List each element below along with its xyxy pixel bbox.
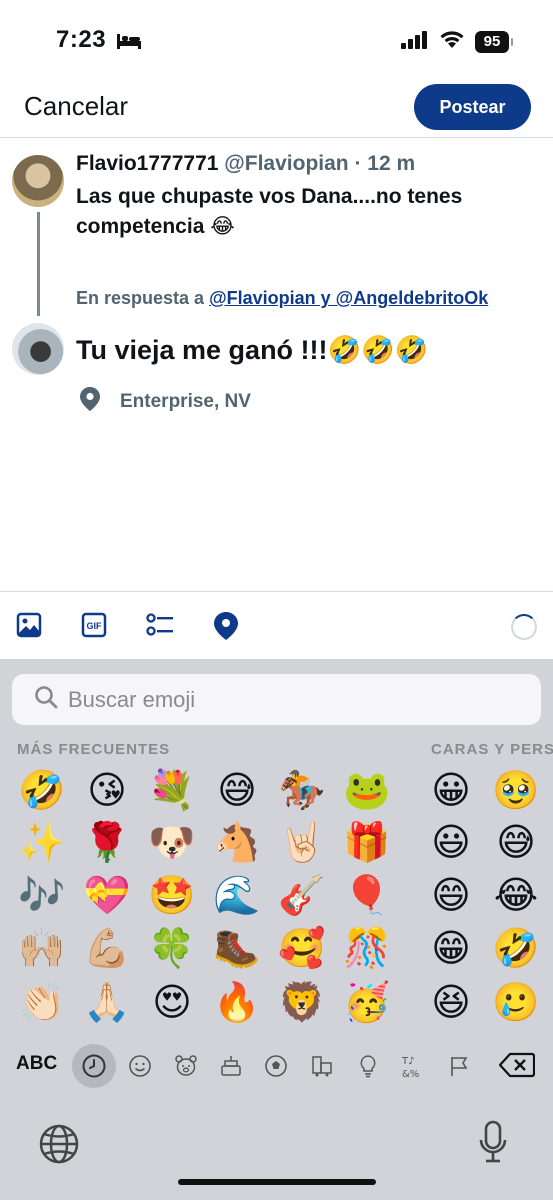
animals-category-icon[interactable] — [172, 1052, 200, 1080]
gif-icon[interactable]: GIF — [81, 612, 107, 643]
reply-tweet-text: Las que chupaste vos Dana....no tenes co… — [76, 185, 463, 238]
globe-icon[interactable] — [38, 1123, 80, 1170]
signal-icon — [401, 30, 429, 54]
emoji-key-frequent[interactable]: 👏🏻 — [18, 979, 66, 1027]
emoji-key-frequent[interactable]: 🦁 — [278, 979, 326, 1027]
reply-author-name[interactable]: Flavio1777771 — [76, 152, 218, 175]
image-icon[interactable] — [16, 612, 42, 643]
emoji-key-faces[interactable]: 😂 — [492, 872, 540, 920]
emoji-key-faces[interactable]: 😅 — [492, 819, 540, 867]
home-indicator — [178, 1179, 376, 1185]
replying-to-prefix: En respuesta a — [76, 288, 210, 308]
emoji-key-frequent[interactable]: 🥳 — [343, 979, 391, 1027]
emoji-key-frequent[interactable]: 🐴 — [213, 819, 261, 867]
location-label: Enterprise, NV — [120, 391, 251, 412]
emoji-key-frequent[interactable]: 🎶 — [18, 872, 66, 920]
emoji-keyboard: Buscar emoji MÁS FRECUENTES CARAS Y PERS… — [0, 659, 553, 1200]
separator-dot: · — [348, 152, 368, 175]
emoji-key-faces[interactable]: 😁 — [427, 925, 475, 973]
symbols-category-icon[interactable]: T♪ &% — [399, 1052, 427, 1080]
emoji-key-frequent[interactable]: 🥰 — [278, 925, 326, 973]
thread-connector-line — [37, 212, 40, 316]
objects-category-icon[interactable] — [354, 1052, 382, 1080]
emoji-key-frequent[interactable]: 🏇 — [278, 767, 326, 815]
emoji-key-frequent[interactable]: 🍀 — [148, 925, 196, 973]
svg-text:&%: &% — [402, 1069, 419, 1079]
emoji-key-faces[interactable]: 🤣 — [492, 925, 540, 973]
emoji-key-frequent[interactable]: 🎁 — [343, 819, 391, 867]
wifi-icon — [439, 30, 465, 54]
location-icon[interactable] — [214, 612, 238, 645]
emoji-key-frequent[interactable]: ✨ — [18, 819, 66, 867]
emoji-key-frequent[interactable]: 🎊 — [343, 925, 391, 973]
section-frequent-label: MÁS FRECUENTES — [17, 741, 171, 758]
location-pin-icon — [80, 387, 100, 417]
emoji-key-frequent[interactable]: 💪🏼 — [83, 925, 131, 973]
emoji-key-faces[interactable]: 😄 — [427, 872, 475, 920]
emoji-key-faces[interactable]: 🥲 — [492, 979, 540, 1027]
food-category-icon[interactable] — [217, 1052, 245, 1080]
status-time: 7:23 — [56, 26, 107, 53]
emoji-key-faces[interactable]: 🥹 — [492, 767, 540, 815]
emoji-key-frequent[interactable]: 🔥 — [213, 979, 261, 1027]
emoji-key-frequent[interactable]: 😘 — [83, 767, 131, 815]
emoji-key-faces[interactable]: 😃 — [427, 819, 475, 867]
emoji-key-faces[interactable]: 😆 — [427, 979, 475, 1027]
emoji-key-frequent[interactable]: 🌊 — [213, 872, 261, 920]
battery-indicator: 95 — [475, 31, 513, 53]
status-bar: 7:23 95 — [0, 0, 553, 80]
replying-to-mentions[interactable]: @Flaviopian y @AngeldebritoOk — [209, 288, 488, 308]
travel-category-icon[interactable] — [308, 1052, 336, 1080]
emoji-key-frequent[interactable]: 💝 — [83, 872, 131, 920]
emoji-key-frequent[interactable]: 🎈 — [343, 872, 391, 920]
reply-tweet-header: Flavio1777771 @Flaviopian · 12 m — [76, 152, 415, 176]
sleep-focus-icon — [116, 32, 142, 55]
emoji-key-frequent[interactable]: 🌹 — [83, 819, 131, 867]
emoji-key-frequent[interactable]: 🤘🏻 — [278, 819, 326, 867]
flags-category-icon[interactable] — [445, 1052, 473, 1080]
search-icon — [34, 685, 58, 715]
cancel-button[interactable]: Cancelar — [24, 91, 128, 122]
emoji-key-frequent[interactable]: 🐸 — [343, 767, 391, 815]
poll-icon[interactable] — [146, 612, 174, 643]
compose-toolbar: GIF — [0, 591, 553, 659]
emoji-key-frequent[interactable]: 💐 — [148, 767, 196, 815]
emoji-key-frequent[interactable]: 🙏🏻 — [83, 979, 131, 1027]
emoji-key-faces[interactable]: 😀 — [427, 767, 475, 815]
emoji-key-frequent[interactable]: 🙌🏼 — [18, 925, 66, 973]
activity-category-icon[interactable] — [262, 1052, 290, 1080]
reply-author-avatar[interactable] — [12, 155, 64, 207]
emoji-key-frequent[interactable]: 🥾 — [213, 925, 261, 973]
emoji-key-frequent[interactable]: 🤣 — [18, 767, 66, 815]
emoji-key-frequent[interactable]: 🐶 — [148, 819, 196, 867]
character-count-ring — [511, 614, 537, 640]
emoji-key-frequent[interactable]: 😍 — [148, 979, 196, 1027]
post-button[interactable]: Postear — [414, 84, 531, 130]
section-faces-label: CARAS Y PERS — [431, 741, 553, 758]
recent-clock-icon[interactable] — [80, 1052, 108, 1080]
smiley-category-icon[interactable] — [126, 1052, 154, 1080]
svg-text:GIF: GIF — [87, 621, 103, 631]
user-avatar[interactable] — [12, 323, 64, 375]
emoji-key-frequent[interactable]: 🤩 — [148, 872, 196, 920]
microphone-icon[interactable] — [478, 1120, 508, 1169]
emoji-search-input[interactable]: Buscar emoji — [12, 674, 541, 725]
location-tag[interactable]: Enterprise, NV — [80, 387, 251, 417]
emoji-category-bar: ABC T♪ &% — [0, 1042, 553, 1090]
emoji-key-frequent[interactable]: 🎸 — [278, 872, 326, 920]
emoji-key-frequent[interactable]: 😅 — [213, 767, 261, 815]
replying-to-line: En respuesta a @Flaviopian y @Angeldebri… — [76, 288, 488, 309]
abc-key[interactable]: ABC — [16, 1053, 57, 1075]
reply-author-handle[interactable]: @Flaviopian — [224, 152, 348, 175]
emoji-search-placeholder: Buscar emoji — [68, 686, 196, 712]
backspace-icon[interactable] — [498, 1052, 536, 1083]
compose-text-input[interactable]: Tu vieja me ganó !!!🤣🤣🤣 — [76, 334, 428, 366]
reply-timestamp: 12 m — [367, 152, 416, 175]
svg-text:T♪: T♪ — [401, 1056, 415, 1067]
compose-header: Cancelar Postear — [0, 80, 553, 138]
